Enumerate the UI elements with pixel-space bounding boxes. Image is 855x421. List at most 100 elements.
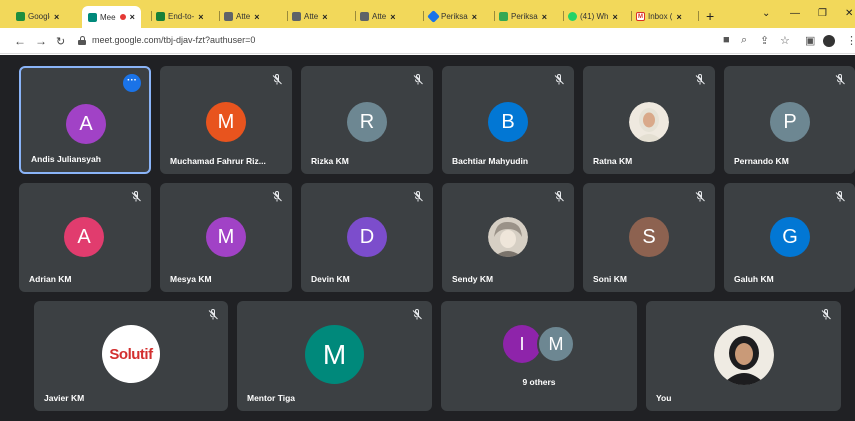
- participant-name: Muchamad Fahrur Riz...: [170, 156, 266, 166]
- profile-photo: [488, 217, 528, 257]
- avatar: B: [488, 102, 528, 142]
- lock-icon[interactable]: [78, 36, 86, 45]
- meeting-grid: ··· A Andis Juliansyah M Muchamad Fahrur…: [0, 55, 855, 421]
- mic-off-icon: [413, 191, 423, 202]
- tab-3[interactable]: Atte ×: [224, 8, 260, 25]
- tab-1-active[interactable]: Mee ×: [82, 6, 141, 28]
- sheets-icon: [156, 12, 165, 21]
- participant-tile-soni[interactable]: S Soni KM: [583, 183, 715, 292]
- tab-4[interactable]: Atte ×: [292, 8, 328, 25]
- avatar: P: [770, 102, 810, 142]
- participant-name: Soni KM: [593, 274, 627, 284]
- participant-tile-adrian[interactable]: A Adrian KM: [19, 183, 151, 292]
- whatsapp-icon: [568, 12, 577, 21]
- mic-off-icon: [413, 74, 423, 85]
- camera-icon[interactable]: ■: [723, 34, 730, 46]
- mic-off-icon: [835, 74, 845, 85]
- mic-off-icon: [131, 191, 141, 202]
- close-tab-icon[interactable]: ×: [130, 12, 135, 22]
- participant-tile-bachtiar[interactable]: B Bachtiar Mahyudin: [442, 66, 574, 174]
- close-tab-icon[interactable]: ×: [472, 12, 477, 22]
- mic-off-icon: [208, 309, 218, 320]
- participant-tile-mentor-tiga[interactable]: M Mentor Tiga: [237, 301, 432, 411]
- tab-strip: Google × Mee × End-to- × Atte × Atte × A…: [0, 0, 855, 28]
- participant-tile-sendy[interactable]: Sendy KM: [442, 183, 574, 292]
- reload-icon[interactable]: ↻: [56, 35, 65, 48]
- extension-icon: [292, 12, 301, 21]
- maximize-button[interactable]: ❐: [818, 8, 827, 19]
- participant-name: Sendy KM: [452, 274, 494, 284]
- close-tab-icon[interactable]: ×: [54, 12, 59, 22]
- tab-2[interactable]: End-to- ×: [156, 8, 204, 25]
- minimize-button[interactable]: —: [790, 8, 800, 19]
- tab-title: Periksa: [441, 12, 468, 21]
- zoom-icon[interactable]: ⌕: [741, 34, 747, 47]
- participant-tile-mesya[interactable]: M Mesya KM: [160, 183, 292, 292]
- close-tab-icon[interactable]: ×: [198, 12, 203, 22]
- address-bar[interactable]: meet.google.com/tbj-djav-fzt?authuser=0: [92, 35, 255, 45]
- tab-title: Periksa: [511, 12, 538, 21]
- participant-tile-ratna[interactable]: Ratna KM: [583, 66, 715, 174]
- participant-tile-rizka[interactable]: R Rizka KM: [301, 66, 433, 174]
- close-window-button[interactable]: ✕: [845, 8, 853, 19]
- bookmark-star-icon[interactable]: ☆: [780, 34, 790, 47]
- tab-0[interactable]: Google ×: [16, 8, 59, 25]
- tab-5[interactable]: Atte ×: [360, 8, 396, 25]
- avatar: M: [206, 102, 246, 142]
- close-tab-icon[interactable]: ×: [322, 12, 327, 22]
- google-meet-icon: [88, 12, 97, 22]
- new-tab-button[interactable]: +: [706, 8, 714, 24]
- tab-6[interactable]: Periksa ×: [427, 8, 477, 25]
- participant-tile-javier[interactable]: Solutif Javier KM: [34, 301, 228, 411]
- recording-dot-icon: [119, 14, 126, 20]
- participant-tile-andis[interactable]: ··· A Andis Juliansyah: [19, 66, 151, 174]
- participant-tile-galuh[interactable]: G Galuh KM: [724, 183, 855, 292]
- tab-title: End-to-: [168, 12, 195, 21]
- participant-name: You: [656, 393, 672, 403]
- others-tile[interactable]: I M 9 others: [441, 301, 637, 411]
- mic-off-icon: [554, 191, 564, 202]
- participant-name: Galuh KM: [734, 274, 774, 284]
- tab-separator: [355, 11, 356, 21]
- tab-title: Google: [28, 12, 50, 21]
- tab-separator: [287, 11, 288, 21]
- close-tab-icon[interactable]: ×: [254, 12, 259, 22]
- tab-separator: [698, 11, 699, 21]
- participant-tile-muchamad[interactable]: M Muchamad Fahrur Riz...: [160, 66, 292, 174]
- avatar: M: [206, 217, 246, 257]
- tab-8[interactable]: (41) Wh ×: [568, 8, 618, 25]
- extension-icon: [224, 12, 233, 21]
- tab-title: Mee: [100, 12, 116, 22]
- close-tab-icon[interactable]: ×: [390, 12, 395, 22]
- participant-name: Mentor Tiga: [247, 393, 296, 403]
- profile-photo: [629, 102, 669, 142]
- side-panel-icon[interactable]: ▣: [805, 34, 815, 47]
- back-arrow-icon[interactable]: ←: [14, 34, 26, 48]
- mic-off-icon: [412, 309, 422, 320]
- close-tab-icon[interactable]: ×: [676, 12, 681, 22]
- tab-separator: [631, 11, 632, 21]
- participant-tile-pernando[interactable]: P Pernando KM: [724, 66, 855, 174]
- avatar: R: [347, 102, 387, 142]
- mic-off-icon: [272, 74, 282, 85]
- mic-off-icon: [835, 191, 845, 202]
- diamond-icon: [427, 10, 440, 23]
- participant-tile-you[interactable]: You: [646, 301, 841, 411]
- others-count: 9 others: [522, 377, 556, 387]
- participant-name: Mesya KM: [170, 274, 212, 284]
- participant-tile-devin[interactable]: D Devin KM: [301, 183, 433, 292]
- share-icon[interactable]: ⇪: [760, 34, 769, 47]
- tab-search-chevron-icon[interactable]: ⌄: [762, 8, 770, 19]
- tab-9[interactable]: M Inbox ( ×: [636, 8, 682, 25]
- profile-avatar[interactable]: [823, 35, 835, 47]
- participant-name: Pernando KM: [734, 156, 789, 166]
- mic-off-icon: [272, 191, 282, 202]
- close-tab-icon[interactable]: ×: [612, 12, 617, 22]
- forward-arrow-icon[interactable]: →: [35, 34, 47, 48]
- tab-7[interactable]: Periksa ×: [499, 8, 547, 25]
- more-menu-icon[interactable]: ⋮: [846, 34, 855, 47]
- more-options-icon[interactable]: ···: [123, 74, 141, 92]
- close-tab-icon[interactable]: ×: [542, 12, 547, 22]
- avatar: D: [347, 217, 387, 257]
- tab-separator: [494, 11, 495, 21]
